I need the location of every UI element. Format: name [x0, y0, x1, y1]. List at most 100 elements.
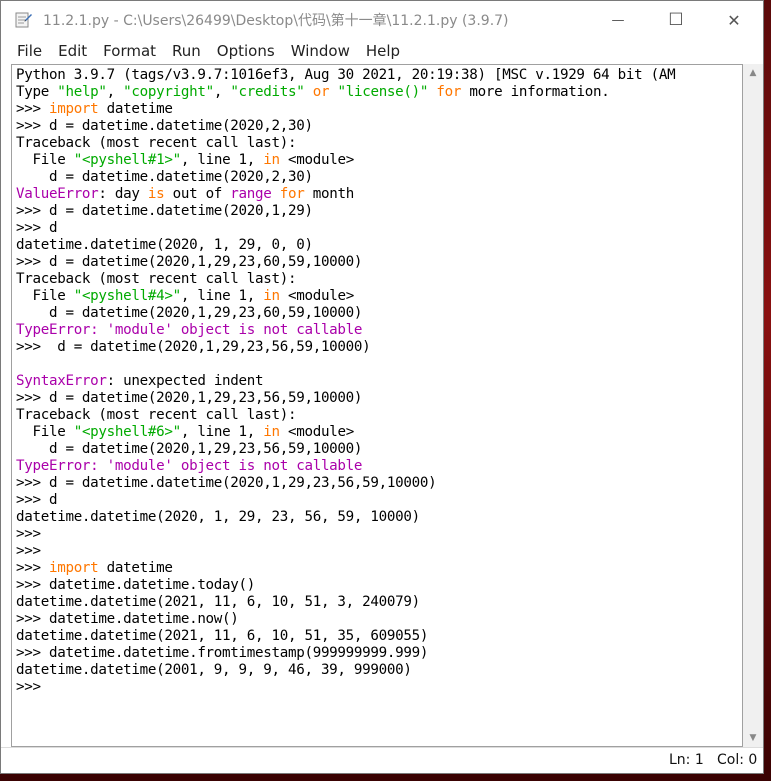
shell-segment: d = datetime(2020,1,29,23,60,59,10000) [16, 305, 363, 321]
shell-segment: datetime.datetime(2021, 11, 6, 10, 51, 3… [16, 628, 429, 644]
shell-segment: "credits" [230, 84, 305, 100]
shell-line: datetime.datetime(2021, 11, 6, 10, 51, 3… [16, 628, 742, 645]
menu-edit[interactable]: Edit [50, 39, 95, 63]
shell-segment: >>> [16, 220, 49, 236]
shell-segment: d = datetime(2020,1,29,23,56,59,10000) [16, 441, 363, 457]
shell-segment: month [304, 186, 355, 202]
shell-segment [305, 84, 313, 100]
shell-line: >>> d [16, 220, 742, 237]
menu-window[interactable]: Window [283, 39, 358, 63]
menu-run[interactable]: Run [164, 39, 209, 63]
shell-segment: Type [16, 84, 58, 100]
shell-segment: >>> [16, 254, 49, 270]
shell-segment: datetime.datetime(2020, 1, 29, 0, 0) [16, 237, 313, 253]
shell-segment: >>> [16, 203, 49, 219]
shell-segment: d = datetime.datetime(2020,1,29) [48, 203, 313, 219]
shell-line: d = datetime(2020,1,29,23,56,59,10000) [16, 441, 742, 458]
shell-segment: >>> [16, 611, 49, 627]
shell-segment: >>> [16, 560, 49, 576]
shell-segment: datetime [98, 560, 173, 576]
shell-segment: <module> [279, 424, 354, 440]
shell-line: Python 3.9.7 (tags/v3.9.7:1016ef3, Aug 3… [16, 67, 742, 84]
scroll-up-arrow-icon[interactable]: ▲ [743, 64, 763, 82]
title-bar[interactable]: 11.2.1.py - C:\Users\26499\Desktop\代码\第十… [1, 1, 763, 39]
shell-line: datetime.datetime(2001, 9, 9, 9, 46, 39,… [16, 662, 742, 679]
shell-line: d = datetime(2020,1,29,23,60,59,10000) [16, 305, 742, 322]
shell-line: >>> d = datetime.datetime(2020,2,30) [16, 118, 742, 135]
shell-segment: "<pyshell#1>" [73, 152, 181, 168]
shell-text-area[interactable]: Python 3.9.7 (tags/v3.9.7:1016ef3, Aug 3… [11, 64, 743, 747]
shell-segment: "help" [57, 84, 107, 100]
shell-segment: >>> [16, 101, 49, 117]
shell-segment: File [16, 424, 74, 440]
shell-segment: for [279, 186, 305, 202]
shell-segment: d = datetime.datetime(2020,2,30) [16, 169, 313, 185]
shell-segment: for [436, 84, 462, 100]
shell-segment: datetime [98, 101, 173, 117]
shell-segment: >>> [16, 390, 49, 406]
shell-line: datetime.datetime(2021, 11, 6, 10, 51, 3… [16, 594, 742, 611]
shell-segment: Traceback (most recent call last): [16, 271, 297, 287]
shell-line: File "<pyshell#1>", line 1, in <module> [16, 152, 742, 169]
shell-line: Traceback (most recent call last): [16, 271, 742, 288]
maximize-button[interactable]: ☐ [647, 1, 705, 39]
menu-format[interactable]: Format [95, 39, 164, 63]
shell-segment: >>> [16, 492, 49, 508]
shell-segment: import [48, 101, 99, 117]
shell-segment: >>> [16, 526, 41, 542]
shell-line: >>> datetime.datetime.fromtimestamp(9999… [16, 645, 742, 662]
shell-line: ValueError: day is out of range for mont… [16, 186, 742, 203]
menu-help[interactable]: Help [358, 39, 408, 63]
vertical-scrollbar[interactable]: ▲ ▼ [743, 64, 763, 747]
minimize-icon: — [611, 12, 625, 28]
shell-segment: <module> [279, 288, 354, 304]
status-bar: Ln: 1 Col: 0 [1, 747, 763, 773]
shell-segment: more information. [461, 84, 610, 100]
shell-segment [272, 186, 280, 202]
shell-segment: d = datetime(2020,1,29,23,56,59,10000) [48, 390, 363, 406]
python-idle-icon [15, 11, 33, 29]
close-button[interactable]: ✕ [705, 1, 763, 39]
shell-segment: d [48, 492, 58, 508]
scroll-down-arrow-icon[interactable]: ▼ [743, 729, 763, 747]
shell-segment: >>> [16, 118, 49, 134]
shell-line: File "<pyshell#4>", line 1, in <module> [16, 288, 742, 305]
shell-line: Type "help", "copyright", "credits" or "… [16, 84, 742, 101]
shell-segment: >>> [16, 475, 49, 491]
shell-segment: : day [98, 186, 148, 202]
shell-line: datetime.datetime(2020, 1, 29, 0, 0) [16, 237, 742, 254]
shell-segment: File [16, 288, 74, 304]
shell-segment: "license()" [337, 84, 429, 100]
shell-segment: Traceback (most recent call last): [16, 407, 297, 423]
shell-segment: d = datetime.datetime(2020,2,30) [48, 118, 313, 134]
shell-line: datetime.datetime(2020, 1, 29, 23, 56, 5… [16, 509, 742, 526]
shell-line: >>> d = datetime.datetime(2020,1,29) [16, 203, 742, 220]
shell-line: TypeError: 'module' object is not callab… [16, 322, 742, 339]
shell-segment: <module> [279, 152, 354, 168]
shell-segment: File [16, 152, 74, 168]
shell-segment: Python 3.9.7 (tags/v3.9.7:1016ef3, Aug 3… [16, 67, 676, 83]
shell-segment: >>> [16, 645, 49, 661]
minimize-button[interactable]: — [589, 1, 647, 39]
shell-segment: >>> [16, 679, 41, 695]
shell-segment: , line 1, [180, 152, 264, 168]
menu-file[interactable]: File [1, 39, 50, 63]
shell-segment: Traceback (most recent call last): [16, 135, 297, 151]
shell-line: >>> [16, 543, 742, 560]
shell-line: >>> import datetime [16, 560, 742, 577]
shell-segment: "<pyshell#4>" [73, 288, 181, 304]
menu-options[interactable]: Options [209, 39, 283, 63]
shell-line: Traceback (most recent call last): [16, 407, 742, 424]
shell-segment: >>> [16, 577, 49, 593]
shell-segment: d [48, 220, 58, 236]
window-title: 11.2.1.py - C:\Users\26499\Desktop\代码\第十… [43, 13, 509, 29]
shell-line: >>> datetime.datetime.now() [16, 611, 742, 628]
shell-segment: datetime.datetime.fromtimestamp(99999999… [48, 645, 429, 661]
shell-segment: , [106, 84, 124, 100]
shell-line: >>> d = datetime(2020,1,29,23,60,59,1000… [16, 254, 742, 271]
shell-line: TypeError: 'module' object is not callab… [16, 458, 742, 475]
shell-segment: import [48, 560, 99, 576]
shell-segment: in [263, 424, 280, 440]
shell-segment: , [213, 84, 231, 100]
